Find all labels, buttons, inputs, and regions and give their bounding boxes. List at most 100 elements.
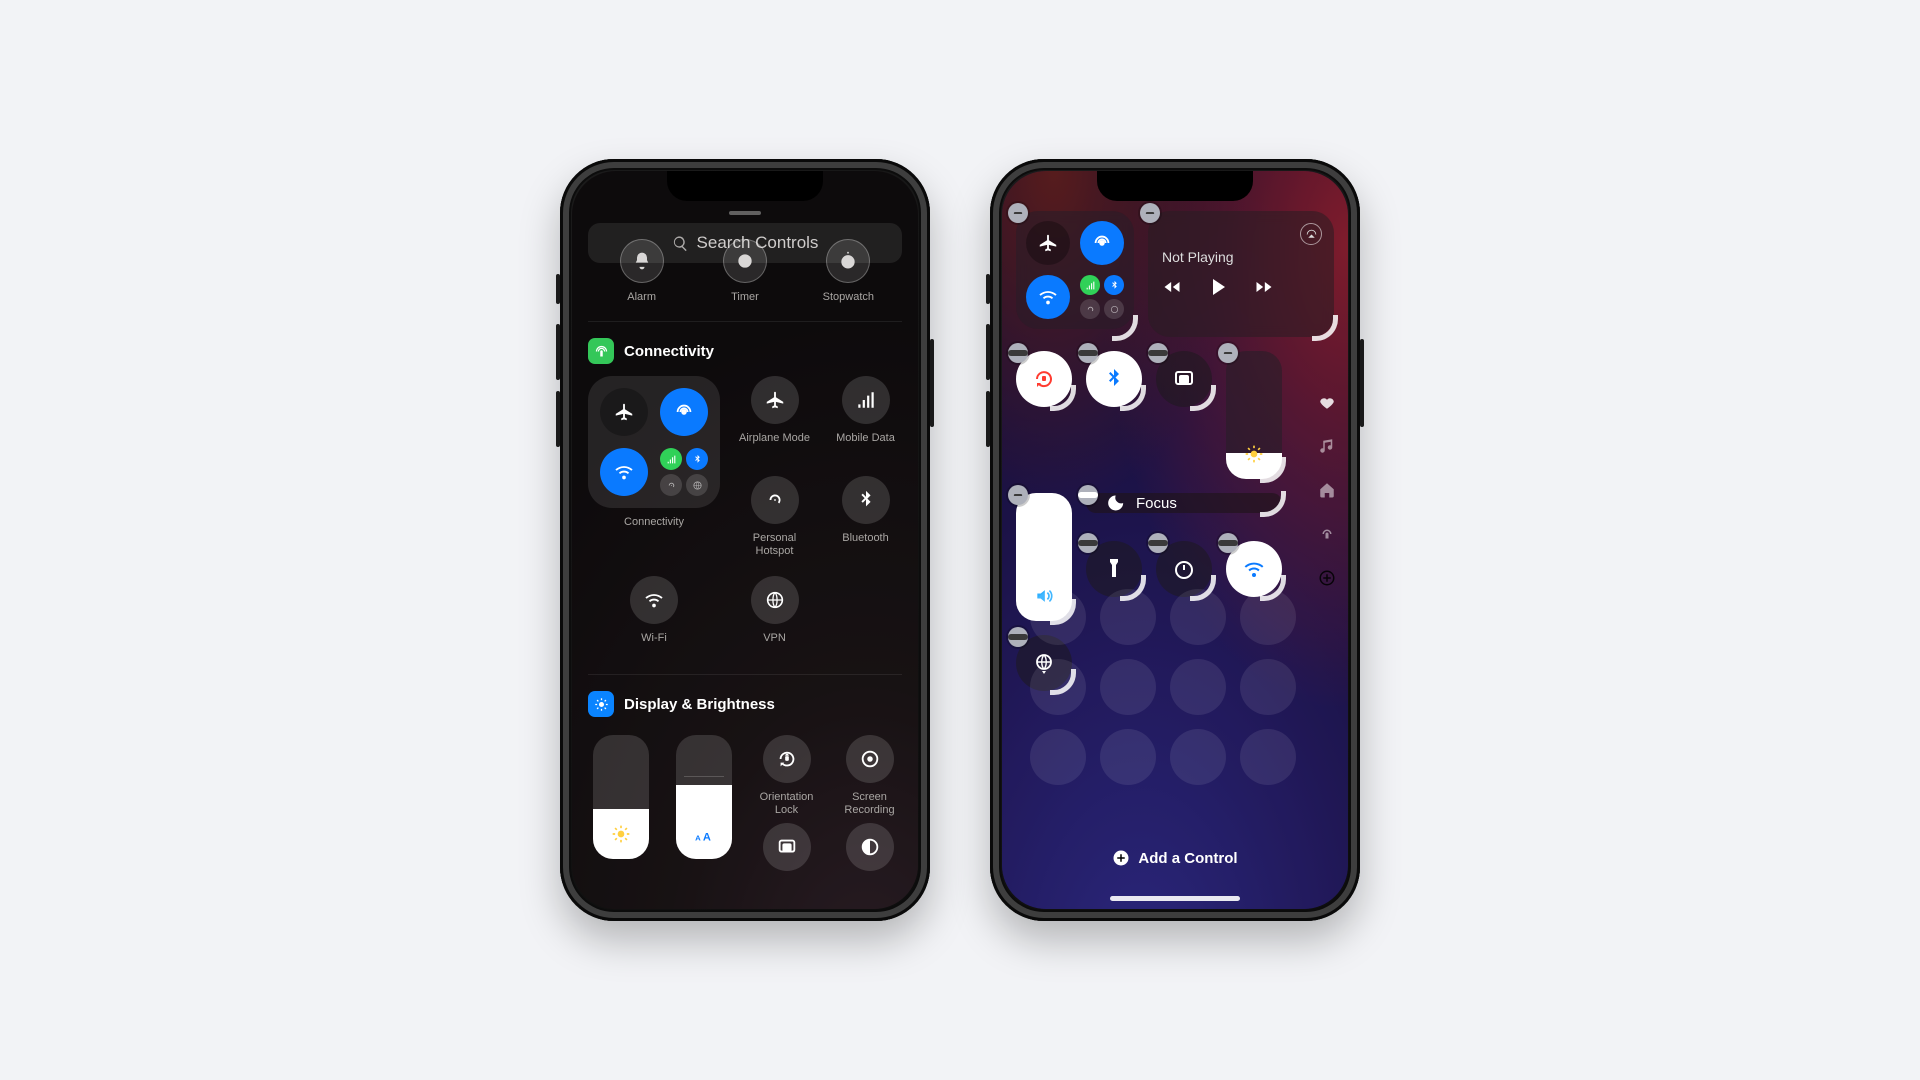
cell-label: Screen Recording xyxy=(837,791,902,815)
edit-row-2 xyxy=(1016,351,1334,479)
section-title: Connectivity xyxy=(624,343,714,360)
empty-slot[interactable] xyxy=(1030,589,1086,645)
wifi-cell[interactable]: Wi-Fi xyxy=(588,576,720,656)
quick-label: Timer xyxy=(731,291,759,303)
wifi-toggle[interactable] xyxy=(600,448,648,496)
quick-alarm[interactable]: Alarm xyxy=(604,269,680,303)
svg-text:A: A xyxy=(702,831,710,843)
remove-badge[interactable] xyxy=(1078,533,1098,553)
hotspot-cell[interactable]: Personal Hotspot xyxy=(738,476,811,556)
dark-mode-button[interactable] xyxy=(846,823,894,871)
textsize-slider-cell[interactable]: AA xyxy=(671,735,736,871)
mobiledata-cell[interactable]: Mobile Data xyxy=(829,376,902,456)
orientation-lock-cell[interactable]: Orientation Lock xyxy=(754,735,819,871)
connectivity-tile[interactable] xyxy=(588,376,720,508)
now-playing-tile[interactable]: Not Playing xyxy=(1148,211,1334,337)
wifi-toggle[interactable] xyxy=(1026,275,1070,319)
resize-handle[interactable] xyxy=(1260,491,1286,517)
remove-badge[interactable] xyxy=(1140,203,1160,223)
empty-slot[interactable] xyxy=(1170,659,1226,715)
quick-timer[interactable]: Timer xyxy=(707,269,783,303)
resize-handle[interactable] xyxy=(1260,457,1286,483)
remove-badge[interactable] xyxy=(1148,533,1168,553)
remove-badge[interactable] xyxy=(1218,343,1238,363)
cell-label: VPN xyxy=(763,632,786,656)
page-add-icon[interactable] xyxy=(1316,567,1338,589)
page-favorites-icon[interactable] xyxy=(1316,391,1338,413)
empty-slot[interactable] xyxy=(1100,659,1156,715)
resize-handle[interactable] xyxy=(1312,315,1338,341)
airdrop-toggle[interactable] xyxy=(660,388,708,436)
connectivity-mini[interactable] xyxy=(660,448,708,496)
page-music-icon[interactable] xyxy=(1316,435,1338,457)
empty-slot[interactable] xyxy=(1170,589,1226,645)
remove-badge[interactable] xyxy=(1078,343,1098,363)
empty-slots xyxy=(1030,589,1290,785)
connectivity-tile-cell: Connectivity xyxy=(588,376,720,556)
page-connectivity-icon[interactable] xyxy=(1316,523,1338,545)
screen-mirroring-button[interactable] xyxy=(1156,351,1212,407)
screen-recording-cell[interactable]: Screen Recording xyxy=(837,735,902,871)
connectivity-mini[interactable] xyxy=(1080,275,1124,319)
orientation-lock-button[interactable] xyxy=(1016,351,1072,407)
bluetooth-cell[interactable]: Bluetooth xyxy=(829,476,902,556)
empty-slot[interactable] xyxy=(1100,729,1156,785)
cell-label: Bluetooth xyxy=(842,532,888,556)
remove-badge[interactable] xyxy=(1148,343,1168,363)
cellular-icon xyxy=(1080,275,1100,295)
remove-badge[interactable] xyxy=(1008,203,1028,223)
vpn-icon xyxy=(686,474,708,496)
airplane-toggle[interactable] xyxy=(1026,221,1070,265)
empty-slot[interactable] xyxy=(1240,729,1296,785)
bluetooth-icon xyxy=(1104,275,1124,295)
remove-badge[interactable] xyxy=(1008,485,1028,505)
empty-slot[interactable] xyxy=(1240,589,1296,645)
empty-slot[interactable] xyxy=(1240,659,1296,715)
resize-handle[interactable] xyxy=(1112,315,1138,341)
home-indicator[interactable] xyxy=(1110,896,1240,901)
page-home-icon[interactable] xyxy=(1316,479,1338,501)
media-controls xyxy=(1162,275,1320,299)
add-control-button[interactable]: Add a Control xyxy=(1016,849,1334,867)
empty-slot[interactable] xyxy=(1030,729,1086,785)
bluetooth-button[interactable] xyxy=(1086,351,1142,407)
focus-label: Focus xyxy=(1136,495,1177,512)
page-indicator[interactable] xyxy=(1316,391,1338,589)
sheet-grabber[interactable] xyxy=(729,211,761,215)
resize-handle[interactable] xyxy=(1050,385,1076,411)
resize-handle[interactable] xyxy=(1120,385,1146,411)
empty-slot[interactable] xyxy=(1170,729,1226,785)
connectivity-tile[interactable] xyxy=(1016,211,1134,329)
empty-slot[interactable] xyxy=(1100,589,1156,645)
dark-mode-icon xyxy=(859,836,881,858)
quick-stopwatch[interactable]: Stopwatch xyxy=(810,269,886,303)
forward-icon[interactable] xyxy=(1254,277,1274,297)
timer-icon xyxy=(735,251,755,271)
bluetooth-icon xyxy=(855,489,877,511)
cell-label: Personal Hotspot xyxy=(738,532,811,556)
empty-slot[interactable] xyxy=(1030,659,1086,715)
remove-badge[interactable] xyxy=(1008,343,1028,363)
airplane-toggle[interactable] xyxy=(600,388,648,436)
svg-text:A: A xyxy=(695,833,701,842)
brightness-slider[interactable] xyxy=(593,735,649,859)
remove-badge[interactable] xyxy=(1078,485,1098,505)
remove-badge[interactable] xyxy=(1218,533,1238,553)
play-icon[interactable] xyxy=(1206,275,1230,299)
brightness-slider-cell[interactable] xyxy=(588,735,653,871)
cell-label: Mobile Data xyxy=(836,432,895,456)
airplay-icon[interactable] xyxy=(1300,223,1322,245)
textsize-slider[interactable]: AA xyxy=(676,735,732,859)
focus-button[interactable]: Focus xyxy=(1086,493,1282,513)
airplane-cell[interactable]: Airplane Mode xyxy=(738,376,811,456)
quick-row: Alarm Timer Stopwatch xyxy=(588,269,902,303)
screen-mirroring-icon xyxy=(776,836,798,858)
airdrop-toggle[interactable] xyxy=(1080,221,1124,265)
airplane-icon xyxy=(1037,232,1059,254)
rewind-icon[interactable] xyxy=(1162,277,1182,297)
resize-handle[interactable] xyxy=(1190,385,1216,411)
vpn-cell[interactable]: VPN xyxy=(738,576,811,656)
screen-mirroring-button[interactable] xyxy=(763,823,811,871)
display-row: AA Orientation Lock Screen Recording xyxy=(588,735,902,871)
remove-badge[interactable] xyxy=(1008,627,1028,647)
